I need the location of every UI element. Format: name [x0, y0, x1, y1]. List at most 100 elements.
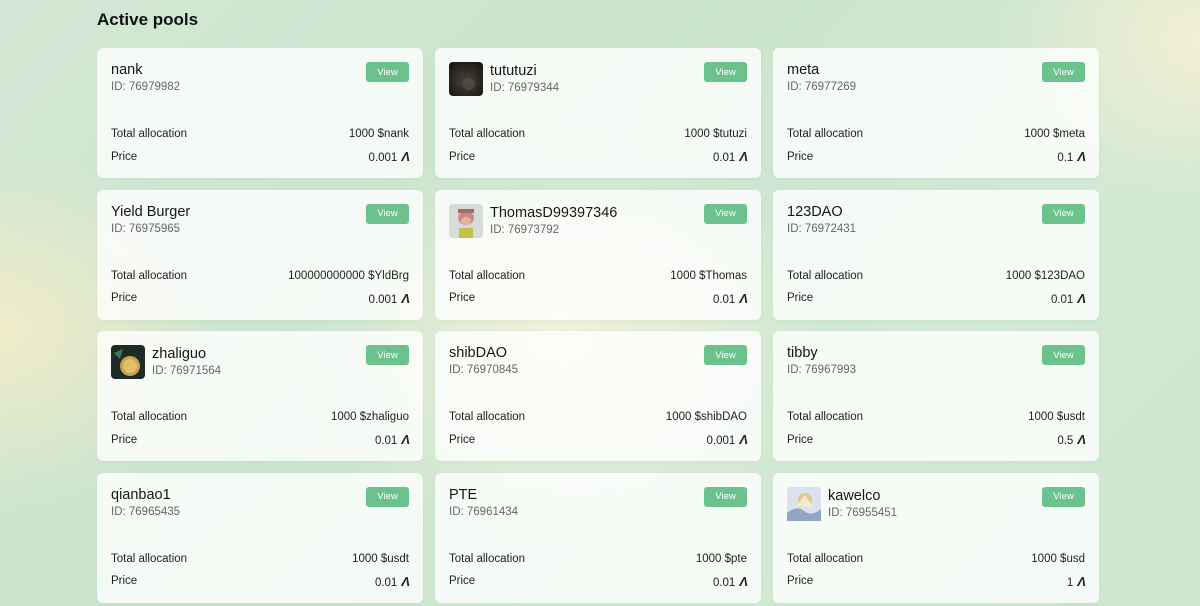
- algorand-icon: Λ: [739, 149, 748, 164]
- price-row: Price 0.01 Λ: [787, 290, 1086, 306]
- total-allocation-row: Total allocation 1000 $shibDAO: [449, 411, 747, 423]
- price-row: Price 0.01 Λ: [111, 574, 410, 589]
- pool-info: PTE ID: 76961434: [449, 487, 518, 519]
- pool-header: ThomasD99397346 ID: 76973792: [449, 203, 617, 238]
- total-allocation-row: Total allocation 1000 $123DAO: [787, 270, 1085, 282]
- view-button[interactable]: View: [366, 486, 409, 507]
- price-value-wrap: 0.01 Λ: [375, 574, 410, 589]
- view-button[interactable]: View: [366, 203, 409, 224]
- pool-name: tututuzi: [490, 63, 537, 79]
- total-allocation-label: Total allocation: [449, 128, 526, 140]
- total-allocation-label: Total allocation: [111, 411, 188, 423]
- pool-name: meta: [787, 62, 820, 78]
- pool-name: nank: [111, 62, 143, 78]
- price-row: Price 0.001 Λ: [449, 432, 748, 447]
- pool-avatar: [449, 62, 483, 96]
- total-allocation-value: 1000 $nank: [348, 128, 409, 140]
- price-value: 0.01: [374, 435, 398, 447]
- pool-info: meta ID: 76977269: [787, 62, 856, 94]
- pool-card: 123DAO ID: 76972431 View Total allocation 10…: [773, 189, 1099, 320]
- price-value-wrap: 0.001 Λ: [369, 291, 410, 306]
- price-value: 0.5: [1057, 435, 1074, 447]
- view-button[interactable]: View: [704, 62, 747, 82]
- page-title: Active pools: [97, 10, 199, 29]
- total-allocation-label: Total allocation: [449, 552, 526, 565]
- total-allocation-label: Total allocation: [787, 128, 864, 140]
- total-allocation-row: Total allocation 1000 $nank: [111, 128, 409, 140]
- pool-id: ID: 76979344: [490, 82, 560, 94]
- total-allocation-value: 1000 $zhaliguo: [330, 411, 409, 423]
- pool-id: ID: 76965435: [111, 505, 181, 518]
- price-label: Price: [111, 150, 138, 163]
- total-allocation-label: Total allocation: [111, 269, 188, 282]
- total-allocation-label: Total allocation: [111, 552, 188, 565]
- pool-card: tibby ID: 76967993 View Total allocation 100…: [773, 331, 1099, 461]
- view-button[interactable]: View: [704, 486, 747, 507]
- price-value: 1: [1066, 576, 1074, 589]
- pool-id: ID: 76970845: [449, 364, 519, 376]
- pool-id: ID: 76967993: [787, 364, 857, 376]
- pool-card: shibDAO ID: 76970845 View Total allocation 1…: [435, 331, 761, 461]
- view-button[interactable]: View: [1042, 345, 1085, 365]
- price-label: Price: [787, 575, 814, 587]
- pool-id: ID: 76961434: [449, 505, 519, 518]
- price-row: Price 0.1 Λ: [787, 149, 1086, 164]
- view-button[interactable]: View: [366, 62, 409, 82]
- total-allocation-value: 1000 $tutuzi: [684, 128, 747, 140]
- total-allocation-row: Total allocation 1000 $tutuzi: [449, 128, 747, 140]
- pool-card: tututuzi ID: 76979344 View Total allocation…: [435, 48, 761, 178]
- view-button[interactable]: View: [366, 345, 409, 365]
- pool-name: 123DAO: [787, 203, 843, 220]
- algorand-icon: Λ: [1077, 290, 1086, 306]
- pool-card: zhaliguo ID: 76971564 View Total allocation…: [97, 331, 423, 461]
- price-value-wrap: 0.5 Λ: [1057, 432, 1086, 447]
- pool-info: kawelco ID: 76955451: [828, 488, 897, 520]
- algorand-icon: Λ: [1077, 573, 1086, 589]
- total-allocation-value: 1000 $usdt: [1028, 411, 1085, 423]
- algorand-icon: Λ: [739, 573, 748, 589]
- price-label: Price: [787, 150, 814, 163]
- pool-grid: nank ID: 76979982 View Total allocation 1000…: [97, 48, 1099, 603]
- total-allocation-label: Total allocation: [787, 269, 864, 282]
- pool-info: tututuzi ID: 76979344: [490, 63, 559, 95]
- pool-header: 123DAO ID: 76972431: [787, 204, 856, 236]
- view-button[interactable]: View: [704, 345, 747, 365]
- pool-avatar: [787, 486, 821, 521]
- pool-header: tibby ID: 76967993: [787, 345, 856, 377]
- price-value: 0.001: [706, 435, 736, 447]
- pool-header: meta ID: 76977269: [787, 62, 856, 94]
- price-value: 0.01: [712, 293, 736, 306]
- price-label: Price: [111, 292, 138, 304]
- pool-info: tibby ID: 76967993: [787, 345, 856, 377]
- algorand-icon: Λ: [1077, 149, 1086, 164]
- pool-id: ID: 76971564: [152, 365, 222, 377]
- view-button[interactable]: View: [1042, 486, 1085, 507]
- price-value-wrap: 0.01 Λ: [712, 291, 748, 306]
- pool-info: zhaliguo ID: 76971564: [152, 346, 221, 378]
- pool-card: nank ID: 76979982 View Total allocation 1000…: [97, 48, 423, 178]
- pool-id: ID: 76973792: [490, 223, 560, 236]
- price-row: Price 1 Λ: [787, 573, 1086, 589]
- pool-header: tututuzi ID: 76979344: [449, 62, 559, 96]
- total-allocation-row: Total allocation 1000 $pte: [449, 553, 747, 565]
- view-button[interactable]: View: [1042, 203, 1085, 224]
- pool-card: qianbao1 ID: 76965435 View Total allocation…: [97, 472, 423, 603]
- price-row: Price 0.001 Λ: [111, 149, 410, 164]
- price-label: Price: [111, 575, 138, 587]
- price-value-wrap: 0.01 Λ: [374, 432, 410, 447]
- price-label: Price: [449, 150, 476, 163]
- total-allocation-value: 1000 $123DAO: [1005, 269, 1085, 282]
- price-label: Price: [449, 292, 476, 304]
- total-allocation-row: Total allocation 1000 $zhaliguo: [111, 411, 409, 423]
- view-button[interactable]: View: [704, 203, 747, 224]
- price-row: Price 0.01 Λ: [449, 149, 748, 164]
- view-button[interactable]: View: [1042, 62, 1085, 82]
- pool-info: nank ID: 76979982: [111, 62, 180, 94]
- price-row: Price 0.01 Λ: [111, 432, 410, 447]
- pool-card: kawelco ID: 76955451 View Total allocation 1…: [773, 472, 1099, 603]
- pool-header: qianbao1 ID: 76965435: [111, 487, 180, 519]
- pool-name: PTE: [449, 486, 478, 503]
- pool-card: Yield Burger ID: 76975965 View Total alloca…: [97, 189, 423, 320]
- pool-avatar: [111, 345, 145, 379]
- total-allocation-label: Total allocation: [787, 552, 864, 565]
